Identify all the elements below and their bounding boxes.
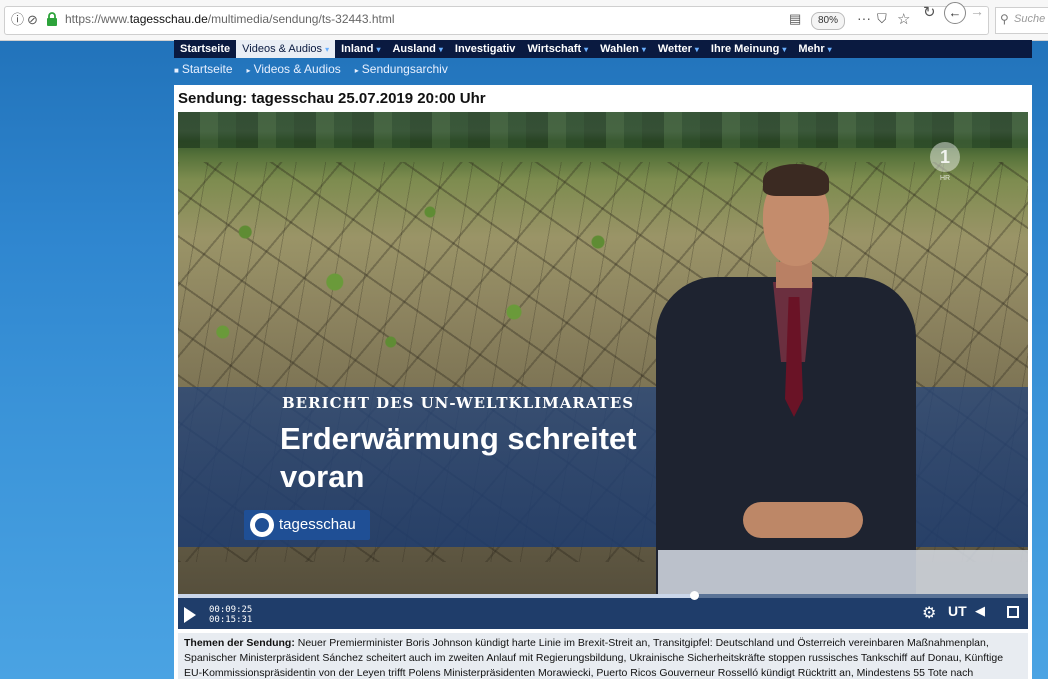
chevron-down-icon: ▾ [782, 45, 787, 54]
news-desk [658, 550, 1028, 594]
progress-bar[interactable] [178, 591, 1028, 600]
nav-item-wetter[interactable]: Wetter ▾ [652, 40, 705, 58]
total-time: 00:15:31 [209, 615, 253, 625]
video-controls: 00:09:25 00:15:31 ⚙ UT ◀ [178, 591, 1028, 629]
nav-item-investigativ[interactable]: Investigativ [449, 40, 522, 58]
video-player[interactable]: BERICHT DES UN-WELTKLIMARATES Erderwärmu… [178, 112, 1028, 594]
channel-sub-label: HR [940, 175, 951, 182]
news-anchor-hands [743, 502, 863, 538]
play-icon[interactable] [184, 607, 196, 623]
video-background-sprouts [178, 172, 738, 372]
chevron-down-icon: ▾ [641, 45, 646, 54]
more-icon[interactable]: ··· [857, 10, 871, 26]
reader-view-icon[interactable]: ▤ [789, 11, 801, 27]
topics-label: Themen der Sendung: [184, 637, 295, 649]
info-icon[interactable]: ⓘ [11, 11, 24, 29]
nav-item-wahlen[interactable]: Wahlen ▾ [594, 40, 652, 58]
news-anchor-hair [763, 164, 829, 196]
fullscreen-icon[interactable] [1007, 606, 1019, 618]
progress-fill [178, 594, 694, 598]
content-panel: Sendung: tagesschau 25.07.2019 20:00 Uhr… [174, 85, 1032, 679]
page-title: Sendung: tagesschau 25.07.2019 20:00 Uhr [178, 90, 486, 107]
lock-icon[interactable] [46, 12, 58, 26]
chevron-down-icon: ▾ [438, 45, 443, 54]
search-input[interactable]: ⚲ Suche [995, 7, 1048, 34]
breadcrumb-videos-audios[interactable]: ▸ Videos & Audios [247, 62, 341, 76]
volume-icon[interactable]: ◀ [975, 603, 985, 619]
breadcrumb-sendungsarchiv[interactable]: ▸ Sendungsarchiv [355, 62, 448, 76]
zoom-level-badge[interactable]: 80% [811, 12, 846, 30]
nav-item-inland[interactable]: Inland ▾ [335, 40, 386, 58]
chevron-down-icon: ▾ [376, 45, 381, 54]
tagesschau-logo-icon [250, 513, 274, 537]
url-bar[interactable]: ⓘ ⊘ https://www.tagesschau.de/multimedia… [4, 6, 989, 35]
breadcrumb-startseite[interactable]: ■ Startseite [174, 62, 233, 76]
nav-item-ausland[interactable]: Ausland ▾ [386, 40, 448, 58]
star-icon[interactable]: ☆ [897, 10, 910, 28]
chevron-down-icon: ▾ [694, 45, 699, 54]
forward-icon[interactable]: → [970, 3, 984, 19]
breadcrumb: ■ Startseite ▸ Videos & Audios ▸ Sendungsar… [174, 59, 462, 79]
nav-item-startseite[interactable]: Startseite [174, 40, 236, 58]
subtitles-button[interactable]: UT [948, 603, 967, 619]
chevron-down-icon: ▾ [584, 45, 589, 54]
nav-item-wirtschaft[interactable]: Wirtschaft ▾ [521, 40, 594, 58]
browser-toolbar: ⓘ ⊘ https://www.tagesschau.de/multimedia… [0, 0, 1048, 41]
reload-icon[interactable]: ↻ [923, 3, 936, 21]
das-erste-logo: 1 [930, 142, 960, 172]
search-placeholder: Suche [1014, 13, 1046, 25]
chevron-down-icon: ▾ [827, 45, 832, 54]
search-icon: ⚲ [1000, 12, 1009, 26]
topics-text: Neuer Premierminister Boris Johnson künd… [184, 637, 1004, 679]
video-background-trees [178, 112, 1028, 148]
settings-gear-icon[interactable]: ⚙ [922, 603, 936, 623]
episode-topics: Themen der Sendung: Neuer Premierministe… [178, 633, 1028, 679]
chevron-down-icon: ▾ [325, 45, 330, 54]
url-text[interactable]: https://www.tagesschau.de/multimedia/sen… [65, 12, 395, 26]
lower-third-headline: Erderwärmung schreitet voran [280, 421, 637, 494]
tagesschau-logo-text: tagesschau [279, 516, 356, 533]
lower-third-kicker: BERICHT DES UN-WELTKLIMARATES [282, 394, 635, 412]
progress-handle[interactable] [689, 591, 699, 600]
tagesschau-logo: tagesschau [244, 510, 370, 540]
current-time: 00:09:25 [209, 605, 253, 615]
main-navigation: Startseite Videos & Audios ▾ Inland ▾ Ausl… [174, 40, 1032, 58]
pocket-icon[interactable]: ⛉ [877, 11, 887, 27]
tracking-protection-icon[interactable]: ⊘ [27, 11, 38, 29]
back-icon[interactable]: ← [944, 2, 966, 24]
nav-item-ihre-meinung[interactable]: Ihre Meinung ▾ [705, 40, 792, 58]
nav-item-mehr[interactable]: Mehr ▾ [792, 40, 837, 58]
nav-item-videos-audios[interactable]: Videos & Audios ▾ [236, 40, 336, 58]
